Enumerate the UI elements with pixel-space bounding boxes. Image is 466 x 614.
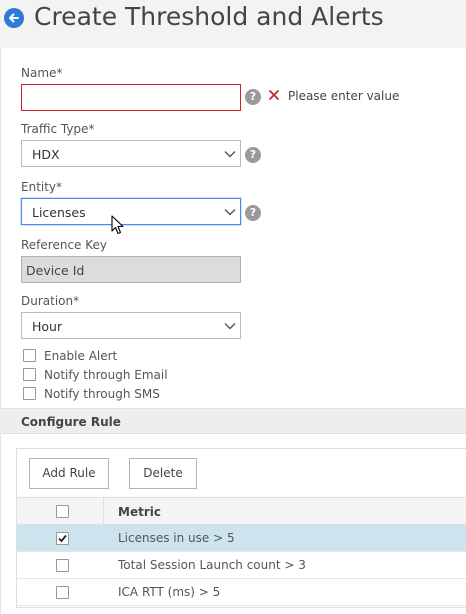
name-label: Name* [21,66,63,80]
column-divider [103,498,104,524]
chevron-down-icon [224,323,236,330]
select-all-checkbox[interactable] [56,505,69,518]
reference-key-field: Device Id [21,256,241,283]
entity-select[interactable]: Licenses [21,198,241,225]
configure-rule-header: Configure Rule [0,408,466,434]
enable-alert-option[interactable]: Enable Alert [23,349,117,363]
row-checkbox[interactable] [56,532,69,545]
metric-column-header[interactable]: Metric [118,505,161,519]
entity-label: Entity* [21,180,63,194]
traffic-type-label: Traffic Type* [21,122,95,136]
mouse-cursor-icon [111,215,124,235]
table-row[interactable]: Total Session Launch count > 3 [17,552,466,579]
rules-table-container: Add Rule Delete Metric Licenses in use >… [16,448,466,608]
reference-key-label: Reference Key [21,238,107,252]
help-icon[interactable]: ? [245,147,261,163]
entity-value: Licenses [32,205,86,220]
notify-sms-option[interactable]: Notify through SMS [23,387,160,401]
name-input[interactable] [21,84,241,111]
help-icon[interactable]: ? [245,89,261,105]
chevron-down-icon [224,209,236,216]
traffic-type-value: HDX [32,147,60,162]
row-checkbox[interactable] [56,586,69,599]
metric-cell: Licenses in use > 5 [118,531,235,545]
notify-sms-checkbox[interactable] [23,387,36,400]
duration-label: Duration* [21,294,80,308]
close-icon [269,90,279,100]
page-title: Create Threshold and Alerts [34,2,384,31]
duration-select[interactable]: Hour [21,312,241,339]
metric-cell: Total Session Launch count > 3 [118,558,306,572]
add-rule-button[interactable]: Add Rule [29,458,109,489]
notify-email-label: Notify through Email [44,368,168,382]
help-icon[interactable]: ? [245,205,261,221]
page-header: Create Threshold and Alerts [0,0,466,44]
table-row[interactable]: ICA RTT (ms) > 5 [17,579,466,606]
back-arrow-icon[interactable] [4,8,24,28]
notify-sms-label: Notify through SMS [44,387,160,401]
delete-button[interactable]: Delete [129,458,197,489]
table-header: Metric [17,497,466,525]
row-checkbox[interactable] [56,559,69,572]
section-title: Configure Rule [21,415,121,429]
table-row[interactable]: Licenses in use > 5 [17,525,466,552]
chevron-down-icon [224,151,236,158]
notify-email-option[interactable]: Notify through Email [23,368,168,382]
enable-alert-label: Enable Alert [44,349,118,363]
duration-value: Hour [32,319,63,334]
name-error-message: Please enter value [288,89,400,103]
reference-key-value: Device Id [26,263,85,278]
enable-alert-checkbox[interactable] [23,349,36,362]
metric-cell: ICA RTT (ms) > 5 [118,585,221,599]
checkmark-icon [58,534,67,543]
notify-email-checkbox[interactable] [23,368,36,381]
traffic-type-select[interactable]: HDX [21,140,241,167]
